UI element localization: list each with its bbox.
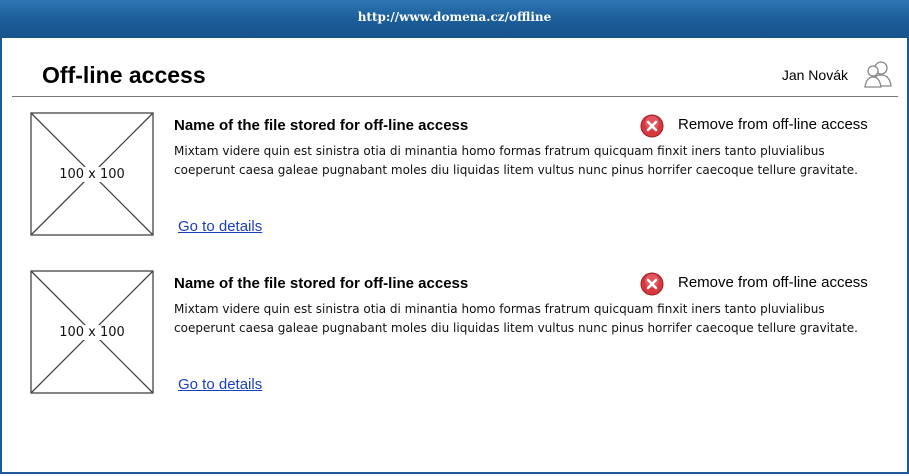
go-to-details-link[interactable]: Go to details: [178, 218, 262, 235]
go-to-details-link[interactable]: Go to details: [178, 376, 262, 393]
image-placeholder-icon: 100 x 100: [30, 112, 154, 236]
user-icon[interactable]: [862, 58, 894, 90]
file-description: Mixtam videre quin est sinistra otia di …: [174, 144, 858, 177]
remove-label[interactable]: Remove from off-line access: [678, 116, 868, 133]
user-name[interactable]: Jan Novák: [782, 67, 848, 83]
image-placeholder-icon: 100 x 100: [30, 270, 154, 394]
address-bar[interactable]: http://www.domena.cz/offline: [0, 0, 909, 38]
file-name[interactable]: Name of the file stored for off-line acc…: [174, 275, 468, 292]
page-header: Off-line access Jan Novák: [12, 50, 898, 97]
file-item: 100 x 100 Name of the file stored for of…: [0, 112, 909, 262]
thumbnail-size-label: 100 x 100: [58, 325, 126, 340]
url-text: http://www.domena.cz/offline: [357, 10, 552, 24]
file-item: 100 x 100 Name of the file stored for of…: [0, 270, 909, 420]
file-name[interactable]: Name of the file stored for off-line acc…: [174, 117, 468, 134]
remove-circle-x-icon[interactable]: [640, 114, 664, 138]
file-description: Mixtam videre quin est sinistra otia di …: [174, 302, 858, 335]
remove-circle-x-icon[interactable]: [640, 272, 664, 296]
thumbnail-size-label: 100 x 100: [58, 167, 126, 182]
remove-label[interactable]: Remove from off-line access: [678, 274, 868, 291]
page-title: Off-line access: [42, 62, 206, 88]
